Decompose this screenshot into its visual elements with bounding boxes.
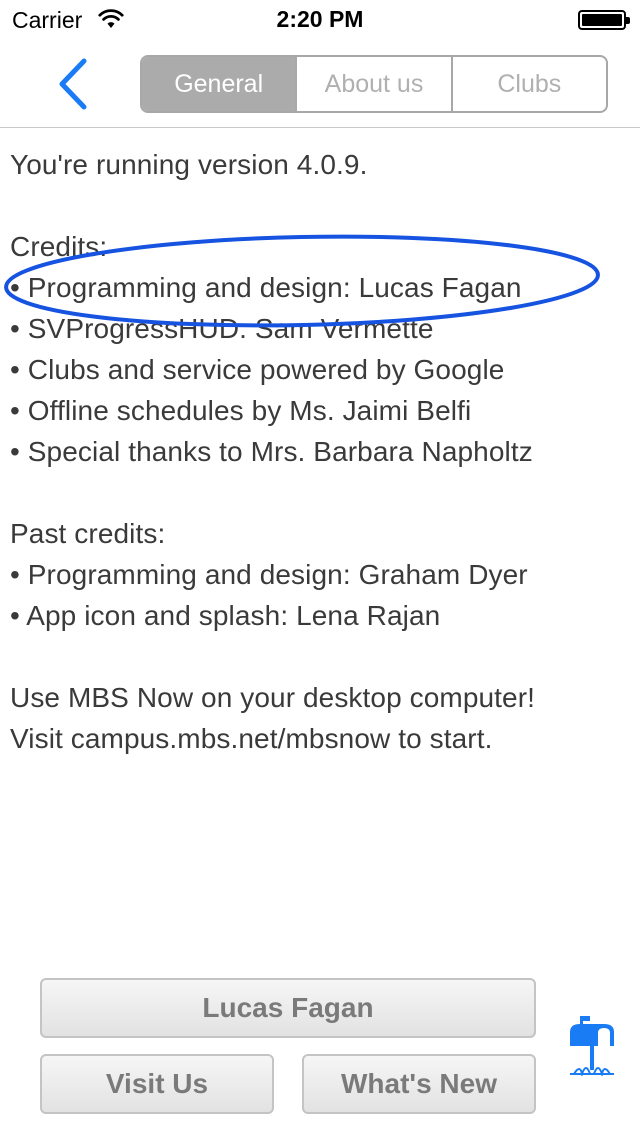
clock: 2:20 PM [276,6,364,32]
back-button[interactable] [50,56,96,112]
segment-clubs[interactable]: Clubs [450,57,606,111]
mailbox-icon[interactable] [566,1014,618,1076]
credit-item: • SVProgressHUD: Sam Vermette [10,313,434,344]
credit-item: • Clubs and service powered by Google [10,354,505,385]
credit-item: • Offline schedules by Ms. Jaimi Belfi [10,395,472,426]
segment-general[interactable]: General [142,57,296,111]
visit-us-button[interactable]: Visit Us [40,1054,274,1114]
status-bar: Carrier 2:20 PM [0,0,640,40]
credit-item: • Programming and design: Lucas Fagan [10,272,522,303]
credits-heading: Credits: [10,231,108,262]
past-credit-item: • App icon and splash: Lena Rajan [10,600,441,631]
whats-new-button[interactable]: What's New [302,1054,536,1114]
section-segmented-control: General About us Clubs [140,55,608,113]
battery-full-icon [578,10,630,30]
nav-bar: General About us Clubs [0,40,640,128]
version-text: You're running version 4.0.9. [10,149,368,180]
desktop-promo-line: Use MBS Now on your desktop computer! [10,682,536,713]
author-button[interactable]: Lucas Fagan [40,978,536,1038]
chevron-left-icon [59,58,87,110]
desktop-promo-line: Visit campus.mbs.net/mbsnow to start. [10,723,493,754]
past-credits-heading: Past credits: [10,518,166,549]
about-content: You're running version 4.0.9. Credits: •… [10,144,630,759]
segment-about-us[interactable]: About us [295,57,450,111]
credit-item: • Special thanks to Mrs. Barbara Napholt… [10,436,533,467]
past-credit-item: • Programming and design: Graham Dyer [10,559,528,590]
